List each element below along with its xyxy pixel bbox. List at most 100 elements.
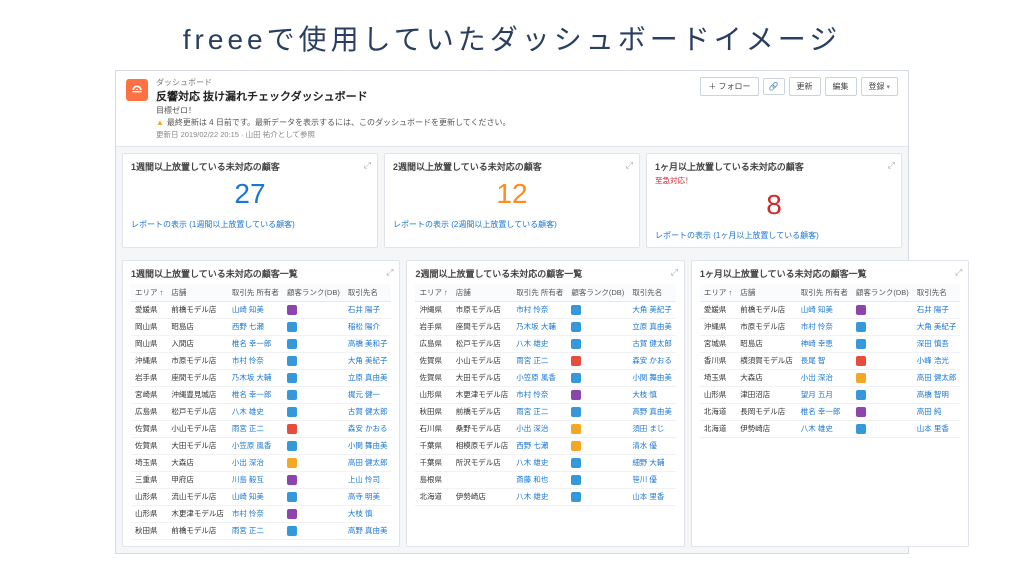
table-row[interactable]: 佐賀県小山モデル店雨宮 正二森安 かおる xyxy=(131,420,391,437)
expand-icon[interactable]: ⤢ xyxy=(671,267,678,278)
table-row[interactable]: 千葉県相模原モデル店西野 七瀬清水 優 xyxy=(415,437,675,454)
table-cell: 長岡モデル店 xyxy=(736,403,797,420)
rank-badge xyxy=(287,305,297,315)
table-header[interactable]: 顧客ランク(DB) xyxy=(283,284,344,302)
table-row[interactable]: 広島県松戸モデル店八木 雄史古賀 健太郎 xyxy=(131,403,391,420)
dashboard-meta: 更新日 2019/02/22 20:15 · 山田 祐介として参照 xyxy=(156,129,692,140)
table-cell: 川島 毅互 xyxy=(228,471,283,488)
table-cell: 秋田県 xyxy=(131,522,167,539)
dashboard-frame: ダッシュボード 反響対応 抜け漏れチェックダッシュボード 目標ゼロ！ ▲ 最終更… xyxy=(115,70,909,554)
report-link[interactable]: レポートの表示 (2週間以上放置している顧客) xyxy=(393,219,557,230)
table-row[interactable]: 千葉県所沢モデル店八木 雄史細野 大輔 xyxy=(415,454,675,471)
table-header[interactable]: 店舗 xyxy=(736,284,797,302)
table-header[interactable]: 取引先 所有者 xyxy=(797,284,852,302)
table-cell: 高橋 美和子 xyxy=(344,335,392,352)
link-button[interactable]: 🔗 xyxy=(763,78,785,95)
table-header[interactable]: エリア ↑ xyxy=(700,284,736,302)
table-cell xyxy=(283,522,344,539)
expand-icon[interactable]: ⤢ xyxy=(888,160,895,171)
table-cell: 高野 真由美 xyxy=(628,403,676,420)
table-row[interactable]: 秋田県前橋モデル店雨宮 正二高野 真由美 xyxy=(131,522,391,539)
metric-value: 12 xyxy=(393,177,631,211)
table-header[interactable]: 顧客ランク(DB) xyxy=(852,284,913,302)
table-title: 1ヶ月以上放置している未対応の顧客一覧 xyxy=(700,267,960,280)
table-row[interactable]: 佐賀県大田モデル店小笠原 風香小関 舞由美 xyxy=(131,437,391,454)
table-row[interactable]: 宮城県昭島店神崎 幸恵深田 慎吾 xyxy=(700,335,960,352)
table-header[interactable]: エリア ↑ xyxy=(415,284,451,302)
table-row[interactable]: 岡山県昭島店西野 七瀬稲松 陽介 xyxy=(131,318,391,335)
table-row[interactable]: 山形県木更津モデル店市村 怜奈大枝 慎 xyxy=(415,386,675,403)
table-header[interactable]: 取引先 所有者 xyxy=(512,284,567,302)
table-cell xyxy=(283,335,344,352)
table-row[interactable]: 埼玉県大森店小出 深治高田 健太郎 xyxy=(700,369,960,386)
table-header[interactable]: エリア ↑ xyxy=(131,284,167,302)
table-cell: 立原 真由美 xyxy=(344,369,392,386)
table-row[interactable]: 山形県木更津モデル店市村 怜奈大枝 慎 xyxy=(131,505,391,522)
rank-badge xyxy=(856,373,866,383)
table-row[interactable]: 岡山県入間店椎名 幸一郎高橋 美和子 xyxy=(131,335,391,352)
table-row[interactable]: 佐賀県大田モデル店小笠原 風香小関 舞由美 xyxy=(415,369,675,386)
register-button[interactable]: 登録 xyxy=(861,77,898,96)
table-row[interactable]: 香川県横須賀モデル店長尾 智小峰 浩光 xyxy=(700,352,960,369)
table-cell xyxy=(567,454,628,471)
table-row[interactable]: 佐賀県小山モデル店雨宮 正二森安 かおる xyxy=(415,352,675,369)
table-cell: 小峰 浩光 xyxy=(913,352,961,369)
table-header[interactable]: 顧客ランク(DB) xyxy=(567,284,628,302)
rank-badge xyxy=(571,475,581,485)
table-cell: 岩手県 xyxy=(131,369,167,386)
expand-icon[interactable]: ⤢ xyxy=(626,160,633,171)
table-row[interactable]: 岩手県座間モデル店乃木坂 大輔立原 真由美 xyxy=(131,369,391,386)
table-row[interactable]: 石川県桑野モデル店小出 深治須田 まじ xyxy=(415,420,675,437)
expand-icon[interactable]: ⤢ xyxy=(386,267,393,278)
table-header[interactable]: 取引先名 xyxy=(628,284,676,302)
table-header[interactable]: 取引先 所有者 xyxy=(228,284,283,302)
follow-button[interactable]: ＋ フォロー xyxy=(700,77,758,96)
table-row[interactable]: 沖縄県市原モデル店市村 怜奈大角 美紀子 xyxy=(131,352,391,369)
table-cell xyxy=(852,369,913,386)
table-cell xyxy=(567,369,628,386)
table-header[interactable]: 取引先名 xyxy=(344,284,392,302)
table-row[interactable]: 北海道長岡モデル店椎名 幸一郎高田 純 xyxy=(700,403,960,420)
table-row[interactable]: 岩手県座間モデル店乃木坂 大輔立原 真由美 xyxy=(415,318,675,335)
table-cell: 秋田県 xyxy=(415,403,451,420)
table-row[interactable]: 宮崎県沖縄豊見城店椎名 幸一郎梶元 健一 xyxy=(131,386,391,403)
table-header[interactable]: 取引先名 xyxy=(913,284,961,302)
table-cell: 千葉県 xyxy=(415,454,451,471)
edit-button[interactable]: 編集 xyxy=(825,77,857,96)
table-cell: 津田沼店 xyxy=(736,386,797,403)
table-row[interactable]: 北海道伊勢崎店八木 雄史山本 里香 xyxy=(700,420,960,437)
report-link[interactable]: レポートの表示 (1ヶ月以上放置している顧客) xyxy=(655,230,819,241)
table-row[interactable]: 埼玉県大森店小出 深治高田 健太郎 xyxy=(131,454,391,471)
table-header[interactable]: 店舗 xyxy=(452,284,513,302)
refresh-button[interactable]: 更新 xyxy=(789,77,821,96)
table-row[interactable]: 山形県津田沼店望月 五月高橋 智明 xyxy=(700,386,960,403)
table-header[interactable]: 店舗 xyxy=(167,284,228,302)
table-row[interactable]: 三重県甲府店川島 毅互上山 怜司 xyxy=(131,471,391,488)
table-row[interactable]: 沖縄県市原モデル店市村 怜奈大角 美紀子 xyxy=(700,318,960,335)
table-cell: 広島県 xyxy=(415,335,451,352)
expand-icon[interactable]: ⤢ xyxy=(955,267,962,278)
rank-badge xyxy=(856,356,866,366)
table-cell: 木更津モデル店 xyxy=(452,386,513,403)
metric-title: 1ヶ月以上放置している未対応の顧客 xyxy=(655,160,893,173)
table-cell: 佐賀県 xyxy=(131,420,167,437)
table-row[interactable]: 秋田県前橋モデル店雨宮 正二高野 真由美 xyxy=(415,403,675,420)
table-row[interactable]: 愛媛県前橋モデル店山崎 知美石井 陽子 xyxy=(131,301,391,318)
table-cell: 小山モデル店 xyxy=(167,420,228,437)
table-cell xyxy=(567,301,628,318)
report-link[interactable]: レポートの表示 (1週間以上放置している顧客) xyxy=(131,219,295,230)
table-row[interactable]: 愛媛県前橋モデル店山崎 知美石井 陽子 xyxy=(700,301,960,318)
table-cell: 岡山県 xyxy=(131,318,167,335)
expand-icon[interactable]: ⤢ xyxy=(364,160,371,171)
rank-badge xyxy=(571,390,581,400)
table-cell xyxy=(567,352,628,369)
table-row[interactable]: 広島県松戸モデル店八木 雄史古賀 健太郎 xyxy=(415,335,675,352)
table-row[interactable]: 島根県斎藤 和也笹川 優 xyxy=(415,471,675,488)
table-row[interactable]: 沖縄県市原モデル店市村 怜奈大角 美紀子 xyxy=(415,301,675,318)
table-row[interactable]: 北海道伊勢崎店八木 雄史山本 里香 xyxy=(415,488,675,505)
rank-badge xyxy=(287,407,297,417)
table-cell: 高田 健太郎 xyxy=(344,454,392,471)
table-row[interactable]: 山形県流山モデル店山崎 知美高寺 明美 xyxy=(131,488,391,505)
table-cell: 山形県 xyxy=(131,505,167,522)
table-cell: 長尾 智 xyxy=(797,352,852,369)
